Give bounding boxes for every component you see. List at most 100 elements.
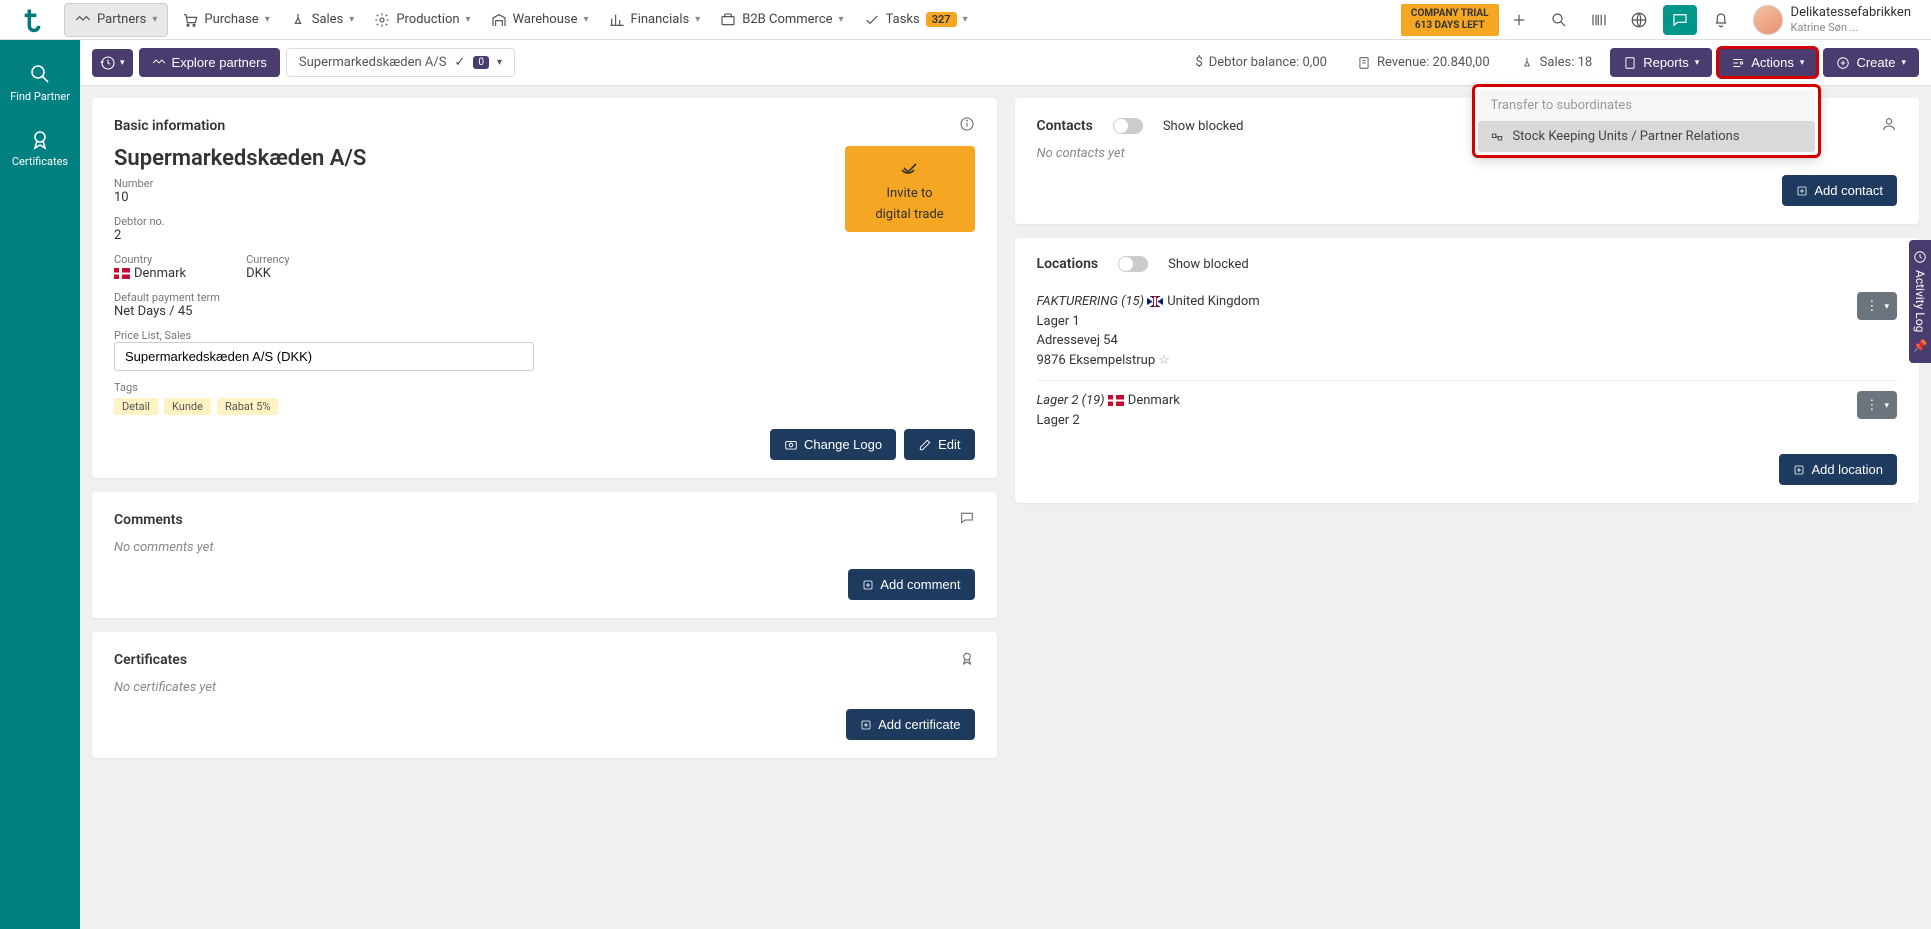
chevron-down-icon: ▾ <box>349 14 354 25</box>
breadcrumb[interactable]: Supermarkedskæden A/S ✓ 0 ▾ <box>286 48 515 77</box>
dd-label: Stock Keeping Units / Partner Relations <box>1512 129 1739 144</box>
show-blocked-toggle[interactable] <box>1118 256 1148 272</box>
sidebar-certificates[interactable]: Certificates <box>0 115 80 180</box>
nav-financials[interactable]: Financials ▾ <box>599 0 711 40</box>
sidebar-find-partner[interactable]: Find Partner <box>0 50 80 115</box>
card-title: Locations <box>1037 256 1099 272</box>
actions-button[interactable]: Actions ▾ <box>1718 48 1817 77</box>
payment-value: Net Days / 45 <box>114 304 975 319</box>
chevron-down-icon: ▾ <box>1800 57 1805 68</box>
nav-tasks[interactable]: Tasks 327 ▾ <box>854 0 978 40</box>
tag[interactable]: Rabat 5% <box>217 398 279 415</box>
history-button[interactable]: ▾ <box>92 49 133 77</box>
location-menu-button[interactable]: ⋮▾ <box>1857 391 1897 419</box>
actions-label: Actions <box>1751 55 1794 70</box>
sidebar-label: Find Partner <box>10 90 70 103</box>
location-country: United Kingdom <box>1167 294 1259 309</box>
card-title: Contacts <box>1037 118 1093 134</box>
chevron-down-icon: ▾ <box>265 14 270 25</box>
user-name: Katrine Søn ... <box>1791 21 1911 34</box>
card-title: Certificates <box>114 652 187 668</box>
reports-label: Reports <box>1643 55 1689 70</box>
chevron-down-icon: ▾ <box>466 14 471 25</box>
gear-icon <box>374 12 390 28</box>
dollar-icon: $ <box>1195 55 1202 70</box>
nav-label: Sales <box>312 12 344 27</box>
trial-line2: 613 DAYS LEFT <box>1411 20 1489 32</box>
explore-partners-button[interactable]: Explore partners <box>139 48 280 77</box>
activity-log-tab[interactable]: Activity Log 📌 <box>1909 240 1931 363</box>
nav-warehouse[interactable]: Warehouse ▾ <box>481 0 599 40</box>
barcode-icon[interactable] <box>1579 0 1619 40</box>
left-sidebar: Find Partner Certificates <box>0 40 80 929</box>
sales-count: Sales: 18 <box>1508 55 1605 70</box>
dd-sku-relations[interactable]: Stock Keeping Units / Partner Relations <box>1478 121 1815 152</box>
actions-dropdown: Transfer to subordinates Stock Keeping U… <box>1474 86 1819 156</box>
nav-label: Purchase <box>204 12 258 27</box>
nav-partners[interactable]: Partners ▾ <box>64 3 168 37</box>
reports-button[interactable]: Reports ▾ <box>1610 48 1712 77</box>
comment-icon <box>959 510 975 530</box>
nav-label: Warehouse <box>513 12 578 27</box>
metric-label: Debtor balance: 0,00 <box>1209 55 1327 70</box>
number-value: 10 <box>114 190 366 205</box>
tag[interactable]: Kunde <box>164 398 211 415</box>
nav-b2b[interactable]: B2B Commerce ▾ <box>710 0 853 40</box>
chevron-down-icon: ▾ <box>120 57 125 68</box>
flag-uk-icon <box>1147 296 1163 307</box>
metric-label: Sales: 18 <box>1540 55 1593 70</box>
locations-card: Locations Show blocked FAKTURERING (15) … <box>1015 238 1920 503</box>
globe-icon[interactable] <box>1619 0 1659 40</box>
nav-sales[interactable]: Sales ▾ <box>280 0 365 40</box>
company-name: Delikatessefabrikken <box>1791 5 1911 21</box>
location-menu-button[interactable]: ⋮▾ <box>1857 292 1897 320</box>
chevron-down-icon: ▾ <box>584 14 589 25</box>
chevron-down-icon: ▾ <box>1901 57 1906 68</box>
location-title: Lager 2 (19) <box>1037 393 1105 408</box>
debtor-value: 2 <box>114 228 366 243</box>
trial-line1: COMPANY TRIAL <box>1411 8 1489 20</box>
invite-digital-trade-button[interactable]: Invite to digital trade <box>845 146 975 232</box>
search-icon[interactable] <box>1539 0 1579 40</box>
create-label: Create <box>1856 55 1895 70</box>
certificates-empty: No certificates yet <box>114 680 975 695</box>
handshake-icon <box>75 12 91 28</box>
btn-label: Change Logo <box>804 437 882 452</box>
comments-empty: No comments yet <box>114 540 975 555</box>
plus-icon[interactable] <box>1499 0 1539 40</box>
info-icon[interactable] <box>959 116 975 136</box>
b2b-icon <box>720 12 736 28</box>
chevron-down-icon: ▾ <box>497 57 502 68</box>
nav-label: Partners <box>97 12 146 27</box>
add-contact-button[interactable]: Add contact <box>1782 175 1897 206</box>
revenue: Revenue: 20.840,00 <box>1345 55 1502 70</box>
metric-label: Revenue: 20.840,00 <box>1377 55 1490 70</box>
breadcrumb-label: Supermarkedskæden A/S <box>299 55 447 70</box>
subheader: ▾ Explore partners Supermarkedskæden A/S… <box>80 40 1931 86</box>
pricelist-input[interactable] <box>114 342 534 371</box>
sales-icon <box>290 12 306 28</box>
edit-button[interactable]: Edit <box>904 429 974 460</box>
location-line: Lager 1 <box>1037 312 1260 332</box>
show-blocked-toggle[interactable] <box>1113 118 1143 134</box>
star-icon[interactable]: ☆ <box>1158 353 1170 368</box>
nav-production[interactable]: Production ▾ <box>364 0 480 40</box>
chevron-down-icon: ▾ <box>695 14 700 25</box>
tag[interactable]: Detail <box>114 398 158 415</box>
nav-purchase[interactable]: Purchase ▾ <box>172 0 279 40</box>
change-logo-button[interactable]: Change Logo <box>770 429 896 460</box>
trial-badge[interactable]: COMPANY TRIAL 613 DAYS LEFT <box>1401 4 1499 36</box>
add-comment-button[interactable]: Add comment <box>848 569 974 600</box>
bell-icon[interactable] <box>1701 0 1741 40</box>
create-button[interactable]: Create ▾ <box>1823 48 1919 77</box>
chevron-down-icon: ▾ <box>1695 57 1700 68</box>
add-certificate-button[interactable]: Add certificate <box>846 709 974 740</box>
toggle-label: Show blocked <box>1163 119 1244 134</box>
user-menu[interactable]: Delikatessefabrikken Katrine Søn ... <box>1741 5 1923 35</box>
chat-icon[interactable] <box>1663 5 1697 35</box>
sidebar-label: Certificates <box>12 155 68 168</box>
warehouse-icon <box>491 12 507 28</box>
app-logo[interactable] <box>20 6 48 34</box>
add-location-button[interactable]: Add location <box>1779 454 1897 485</box>
chevron-down-icon: ▾ <box>152 14 157 25</box>
